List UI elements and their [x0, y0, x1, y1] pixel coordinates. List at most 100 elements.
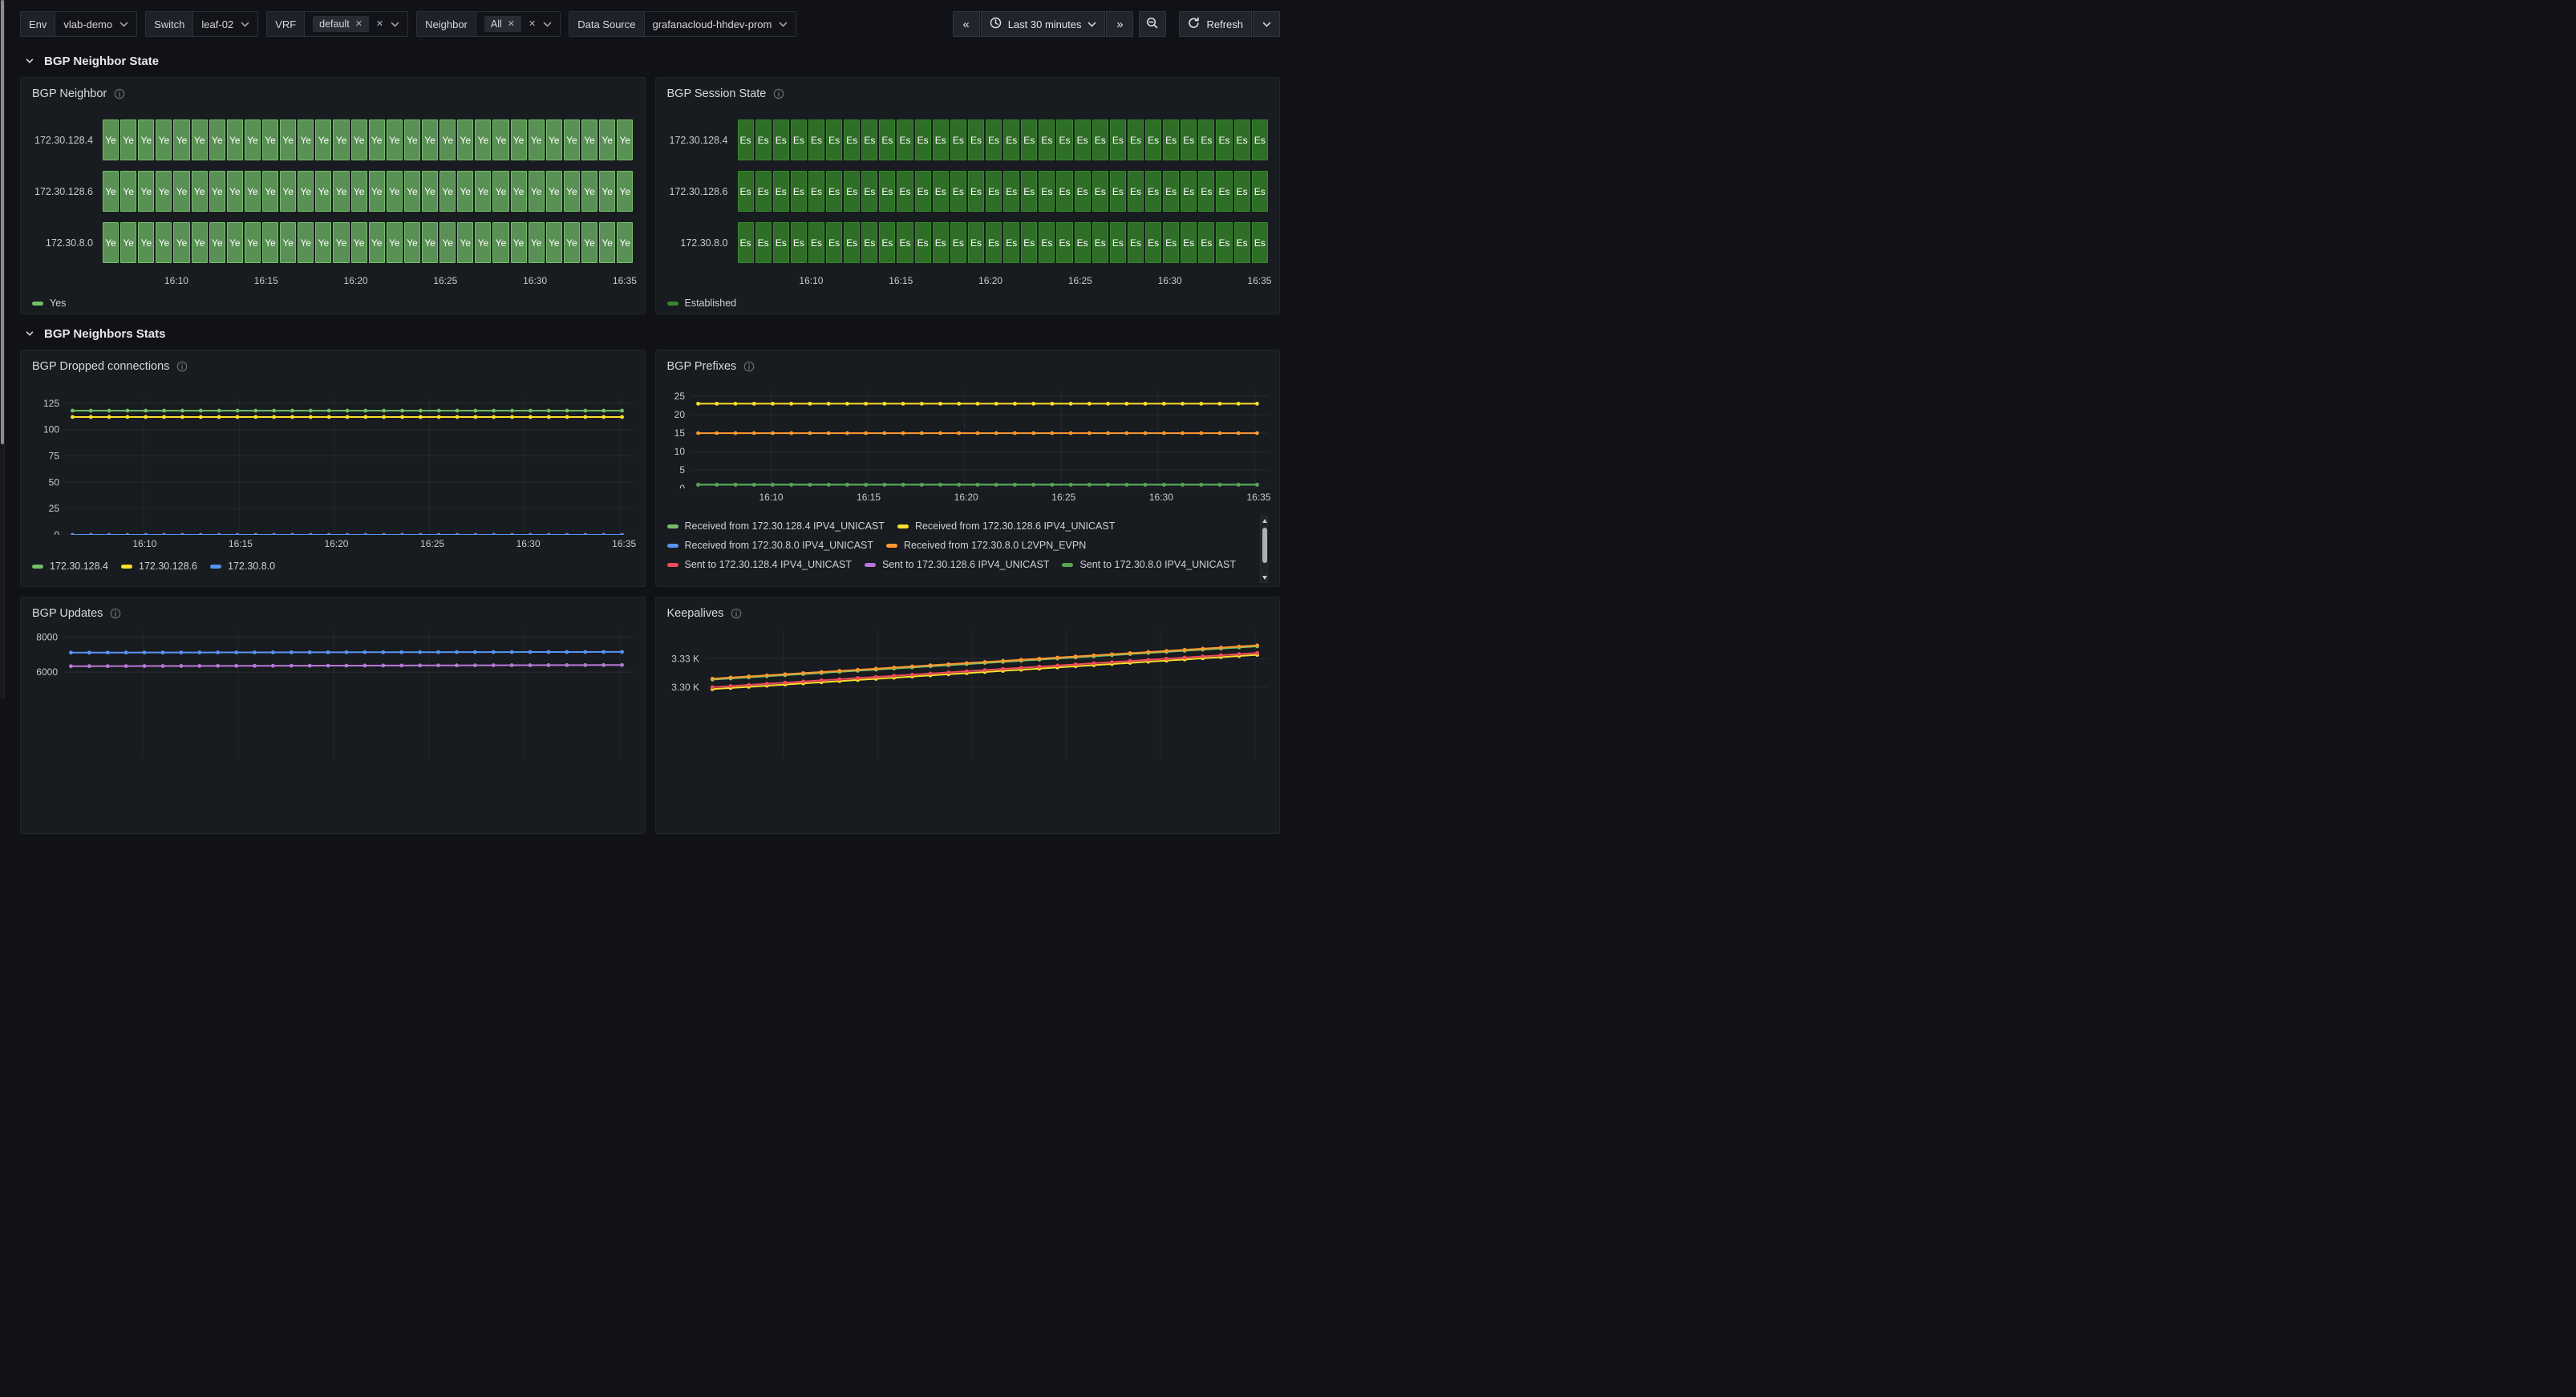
remove-chip-icon[interactable]: ✕ [355, 20, 363, 29]
clear-selection-icon[interactable]: ✕ [376, 20, 383, 29]
chevron-down-icon [241, 22, 249, 27]
env-variable-control[interactable]: Env vlab-demo [20, 11, 137, 37]
info-icon[interactable] [743, 361, 755, 372]
timeline-cell: Es [826, 222, 842, 263]
legend-swatch [667, 563, 678, 567]
remove-chip-icon[interactable]: ✕ [508, 20, 515, 29]
timeline-row-label: 172.30.128.4 [32, 119, 103, 160]
legend-swatch [1062, 563, 1073, 567]
datasource-value-dropdown[interactable]: grafanacloud-hhdev-prom [645, 12, 796, 36]
clear-selection-icon[interactable]: ✕ [529, 20, 536, 29]
legend-item[interactable]: 172.30.8.0 [210, 561, 275, 572]
panel-title[interactable]: Keepalives [667, 607, 724, 620]
timeline-cell: Es [1128, 222, 1144, 263]
info-icon[interactable] [773, 88, 784, 99]
timeline-cell: Es [808, 119, 824, 160]
vrf-selected-chip[interactable]: default ✕ [313, 16, 369, 32]
line-chart[interactable]: 0510152025 [667, 389, 1269, 488]
timeline-cell: Ye [333, 171, 349, 212]
legend-item[interactable]: Established [667, 298, 737, 309]
timeline-cell: Ye [209, 222, 225, 263]
refresh-button[interactable]: Refresh [1179, 11, 1252, 37]
neighbor-value-dropdown[interactable]: All ✕ ✕ [476, 12, 560, 36]
legend-item[interactable]: 172.30.128.4 [32, 561, 108, 572]
vrf-variable-control[interactable]: VRF default ✕ ✕ [266, 11, 408, 37]
timeline-cell: Ye [404, 171, 420, 212]
legend-label: Received from 172.30.128.4 IPV4_UNICAST [685, 520, 885, 532]
row-bgp-neighbor-state[interactable]: BGP Neighbor State [25, 53, 1280, 69]
legend-item[interactable]: Received from 172.30.8.0 L2VPN_EVPN [886, 540, 1086, 551]
legend-item[interactable]: Sent to 172.30.8.0 IPV4_UNICAST [1062, 559, 1236, 570]
info-icon[interactable] [176, 361, 188, 372]
vrf-value-dropdown[interactable]: default ✕ ✕ [305, 12, 407, 36]
panel-title[interactable]: BGP Dropped connections [32, 360, 169, 373]
row-bgp-neighbors-stats[interactable]: BGP Neighbors Stats [25, 326, 1280, 342]
panel-title[interactable]: BGP Neighbor [32, 87, 107, 100]
panel-title[interactable]: BGP Prefixes [667, 360, 737, 373]
env-value-dropdown[interactable]: vlab-demo [55, 12, 136, 36]
scroll-up-icon[interactable] [1262, 519, 1267, 523]
panel-title[interactable]: BGP Updates [32, 607, 103, 620]
neighbor-variable-control[interactable]: Neighbor All ✕ ✕ [416, 11, 561, 37]
timeline-cell: Ye [492, 119, 508, 160]
time-shift-forward-button[interactable]: » [1106, 11, 1133, 37]
legend-swatch [667, 524, 678, 528]
legend-item[interactable]: Received from 172.30.128.4 IPV4_UNICAST [667, 520, 885, 532]
legend-item[interactable]: 172.30.128.6 [121, 561, 197, 572]
timeline-cell: Ye [599, 171, 615, 212]
timeline-cell: Ye [351, 119, 367, 160]
timeline-cell: Ye [387, 222, 403, 263]
timeline-row: 172.30.8.0EsEsEsEsEsEsEsEsEsEsEsEsEsEsEs… [667, 222, 1269, 263]
timeline-cell: Es [844, 171, 860, 212]
timeline-cell: Es [950, 119, 966, 160]
legend-label: Sent to 172.30.128.6 IPV4_UNICAST [882, 559, 1049, 570]
time-range-picker-button[interactable]: Last 30 minutes [981, 11, 1106, 37]
legend-scrollbar[interactable] [1260, 516, 1268, 583]
line-chart[interactable]: 3.33 K3.30 K [667, 631, 1269, 759]
timeline-cell: Ye [315, 119, 331, 160]
info-icon[interactable] [731, 608, 742, 619]
legend-item[interactable]: Yes [32, 298, 66, 309]
timeline-cell: Ye [209, 119, 225, 160]
env-value: vlab-demo [63, 18, 112, 30]
legend-item[interactable]: Received from 172.30.128.6 IPV4_UNICAST [897, 520, 1115, 532]
left-scrollbar[interactable] [0, 0, 5, 698]
panel-title[interactable]: BGP Session State [667, 87, 767, 100]
time-axis-tick: 16:10 [759, 492, 783, 503]
legend-label: 172.30.8.0 [228, 561, 275, 572]
timeline-cell: Es [897, 222, 913, 263]
timeline-cell: Es [915, 119, 931, 160]
timeline-cell: Es [755, 171, 772, 212]
timeline-cell: Es [1128, 171, 1144, 212]
svg-text:100: 100 [43, 424, 59, 435]
timeline-cell: Es [1163, 222, 1179, 263]
timeline-cell: Es [1234, 119, 1250, 160]
line-chart[interactable]: 80006000 [32, 631, 634, 759]
legend-item[interactable]: Sent to 172.30.128.6 IPV4_UNICAST [865, 559, 1049, 570]
legend-label: Yes [50, 298, 66, 309]
timeline-cell: Ye [280, 119, 296, 160]
legend-label: Sent to 172.30.8.0 IPV4_UNICAST [1079, 559, 1236, 570]
legend-scrollbar-thumb[interactable] [1262, 528, 1267, 563]
info-icon[interactable] [114, 88, 125, 99]
refresh-interval-dropdown[interactable] [1253, 11, 1280, 37]
timeline-cell: Es [1003, 171, 1019, 212]
timeline-cell: Es [933, 222, 949, 263]
svg-text:25: 25 [49, 503, 60, 514]
line-chart[interactable]: 0255075100125 [32, 397, 634, 535]
info-icon[interactable] [110, 608, 121, 619]
legend-item[interactable]: Received from 172.30.8.0 IPV4_UNICAST [667, 540, 874, 551]
legend-item[interactable]: Sent to 172.30.128.4 IPV4_UNICAST [667, 559, 852, 570]
time-axis-tick: 16:25 [1068, 275, 1092, 286]
time-shift-back-button[interactable]: « [953, 11, 980, 37]
switch-value-dropdown[interactable]: leaf-02 [193, 12, 257, 36]
left-scrollbar-thumb[interactable] [1, 0, 4, 444]
timeline-cell: Ye [529, 119, 545, 160]
timeline-cells: YeYeYeYeYeYeYeYeYeYeYeYeYeYeYeYeYeYeYeYe… [103, 119, 634, 160]
scroll-down-icon[interactable] [1262, 576, 1267, 580]
neighbor-selected-chip[interactable]: All ✕ [484, 16, 521, 32]
datasource-variable-control[interactable]: Data Source grafanacloud-hhdev-prom [569, 11, 796, 37]
timeline-cell: Es [1216, 222, 1232, 263]
zoom-out-time-button[interactable] [1139, 11, 1166, 37]
switch-variable-control[interactable]: Switch leaf-02 [145, 11, 258, 37]
